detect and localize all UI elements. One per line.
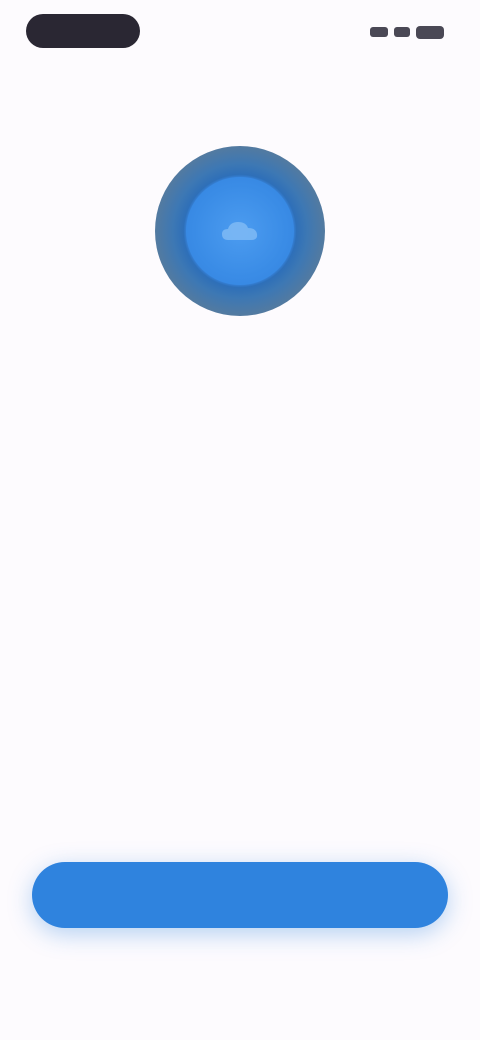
onboarding-screen bbox=[0, 0, 480, 1040]
status-bar bbox=[0, 10, 480, 54]
cloud-icon bbox=[222, 222, 258, 240]
hero-badge-inner bbox=[186, 177, 294, 285]
signal-icon bbox=[370, 27, 388, 37]
battery-icon bbox=[416, 25, 444, 39]
status-time-pill bbox=[26, 14, 140, 48]
continue-button[interactable] bbox=[32, 862, 448, 928]
status-icons bbox=[370, 24, 444, 40]
hero-badge bbox=[155, 146, 325, 316]
wifi-icon bbox=[394, 27, 410, 37]
